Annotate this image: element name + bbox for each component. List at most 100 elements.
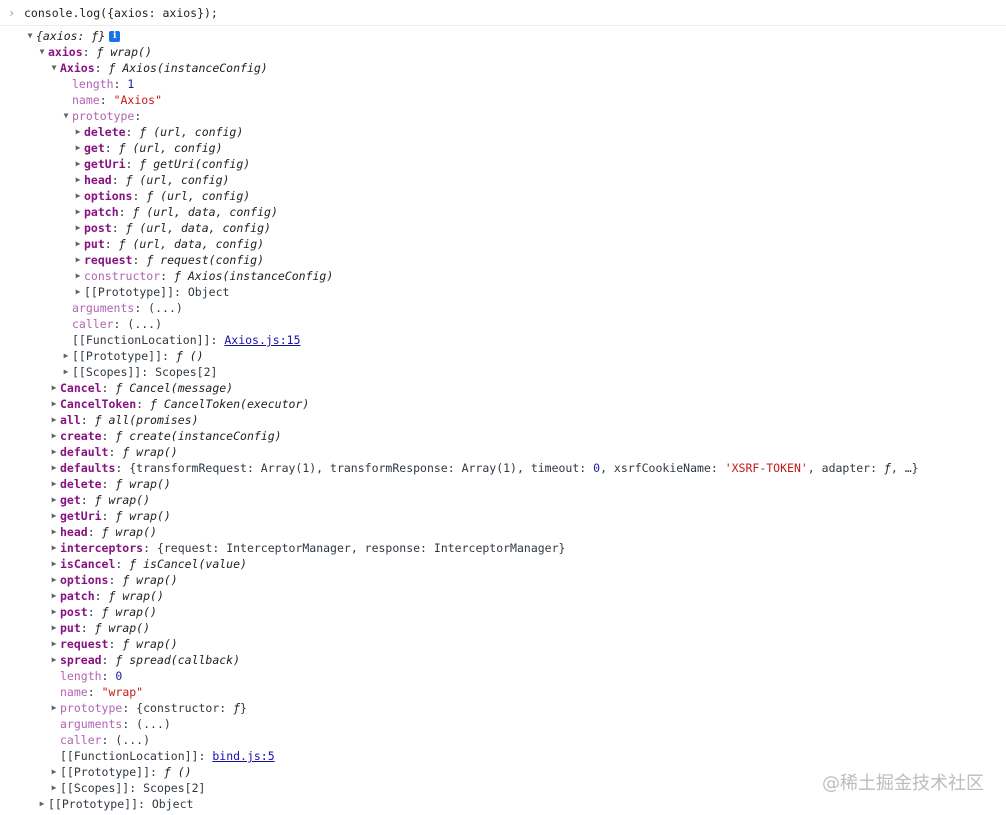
tree-row[interactable]: ▶ patch: ƒ (url, data, config): [0, 204, 1006, 220]
tree-row[interactable]: ▼ Axios: ƒ Axios(instanceConfig): [0, 60, 1006, 76]
tree-row[interactable]: ▶ post: ƒ wrap(): [0, 604, 1006, 620]
property-value: ƒ wrap(): [122, 637, 178, 651]
collapse-triangle-icon[interactable]: ▶: [48, 572, 60, 588]
tree-row[interactable]: ▶ prototype: {constructor: ƒ}: [0, 700, 1006, 716]
tree-row[interactable]: ▼ prototype:: [0, 108, 1006, 124]
tree-row: [[FunctionLocation]]: bind.js:5: [0, 748, 1006, 764]
collapse-triangle-icon[interactable]: ▶: [48, 540, 60, 556]
tree-row[interactable]: ▶ options: ƒ (url, config): [0, 188, 1006, 204]
tree-row[interactable]: ▶ patch: ƒ wrap(): [0, 588, 1006, 604]
property-value: "Axios": [113, 93, 163, 107]
collapse-triangle-icon[interactable]: ▶: [48, 652, 60, 668]
collapse-triangle-icon[interactable]: ▶: [60, 348, 72, 364]
tree-row[interactable]: ▶ all: ƒ all(promises): [0, 412, 1006, 428]
collapse-triangle-icon[interactable]: ▶: [72, 220, 84, 236]
tree-row[interactable]: ▶ put: ƒ wrap(): [0, 620, 1006, 636]
collapse-triangle-icon[interactable]: ▶: [48, 428, 60, 444]
source-link[interactable]: Axios.js:15: [224, 333, 300, 347]
property-key: [[Prototype]]: [60, 765, 151, 779]
tree-row[interactable]: ▶ post: ƒ (url, data, config): [0, 220, 1006, 236]
console-input-row[interactable]: › console.log({axios: axios});: [0, 0, 1006, 26]
collapse-triangle-icon[interactable]: ▶: [72, 252, 84, 268]
expand-triangle-icon[interactable]: ▼: [24, 28, 36, 44]
collapse-triangle-icon[interactable]: ▶: [48, 476, 60, 492]
collapse-triangle-icon[interactable]: ▶: [48, 412, 60, 428]
collapse-triangle-icon[interactable]: ▶: [48, 380, 60, 396]
property-value: :: [118, 205, 133, 219]
tree-row[interactable]: ▶ default: ƒ wrap(): [0, 444, 1006, 460]
property-value: :: [82, 45, 97, 59]
tree-row[interactable]: ▶ Cancel: ƒ Cancel(message): [0, 380, 1006, 396]
property-key: Axios: [60, 61, 95, 75]
expand-triangle-icon[interactable]: ▼: [36, 44, 48, 60]
collapse-triangle-icon[interactable]: ▶: [48, 524, 60, 540]
collapse-triangle-icon[interactable]: ▶: [48, 396, 60, 412]
tree-row[interactable]: ▶ head: ƒ wrap(): [0, 524, 1006, 540]
tree-row[interactable]: ▶ [[Prototype]]: ƒ (): [0, 348, 1006, 364]
collapse-triangle-icon[interactable]: ▶: [48, 556, 60, 572]
property-value: :: [87, 605, 102, 619]
collapse-triangle-icon[interactable]: ▶: [48, 604, 60, 620]
collapse-triangle-icon[interactable]: ▶: [48, 764, 60, 780]
tree-row: length: 1: [0, 76, 1006, 92]
tree-row[interactable]: ▶ get: ƒ (url, config): [0, 140, 1006, 156]
collapse-triangle-icon[interactable]: ▶: [72, 156, 84, 172]
tree-row[interactable]: ▶ spread: ƒ spread(callback): [0, 652, 1006, 668]
tree-row[interactable]: ▶ head: ƒ (url, config): [0, 172, 1006, 188]
info-icon[interactable]: i: [109, 31, 121, 42]
tree-row[interactable]: ▶ [[Prototype]]: Object: [0, 284, 1006, 300]
property-value: :: [80, 493, 95, 507]
tree-row[interactable]: ▶ getUri: ƒ getUri(config): [0, 156, 1006, 172]
tree-row[interactable]: ▶ CancelToken: ƒ CancelToken(executor): [0, 396, 1006, 412]
property-key: Cancel: [60, 381, 102, 395]
collapse-triangle-icon[interactable]: ▶: [72, 172, 84, 188]
collapse-triangle-icon[interactable]: ▶: [72, 140, 84, 156]
tree-row[interactable]: ▶ request: ƒ request(config): [0, 252, 1006, 268]
collapse-triangle-icon[interactable]: ▶: [48, 588, 60, 604]
property-key: length: [60, 669, 102, 683]
collapse-triangle-icon[interactable]: ▶: [36, 796, 48, 812]
tree-row[interactable]: ▶ interceptors: {request: InterceptorMana…: [0, 540, 1006, 556]
tree-row[interactable]: ▶ [[Prototype]]: Object: [0, 796, 1006, 812]
property-key: prototype: [72, 109, 135, 123]
collapse-triangle-icon[interactable]: ▶: [48, 508, 60, 524]
tree-row[interactable]: ▶ put: ƒ (url, data, config): [0, 236, 1006, 252]
tree-row[interactable]: ▶ getUri: ƒ wrap(): [0, 508, 1006, 524]
property-key: [[Prototype]]: [84, 285, 175, 299]
tree-row[interactable]: ▼ axios: ƒ wrap(): [0, 44, 1006, 60]
property-key: isCancel: [60, 557, 116, 571]
collapse-triangle-icon[interactable]: ▶: [72, 188, 84, 204]
tree-row[interactable]: ▶ create: ƒ create(instanceConfig): [0, 428, 1006, 444]
property-value: ƒ request(config): [146, 253, 265, 267]
tree-row[interactable]: ▼ {axios: ƒ} i: [0, 28, 1006, 44]
tree-row[interactable]: ▶ isCancel: ƒ isCancel(value): [0, 556, 1006, 572]
tree-row[interactable]: ▶ delete: ƒ wrap(): [0, 476, 1006, 492]
tree-row[interactable]: ▶ defaults: {transformRequest: Array(1), …: [0, 460, 1006, 476]
collapse-triangle-icon[interactable]: ▶: [72, 268, 84, 284]
expand-triangle-icon[interactable]: ▼: [48, 60, 60, 76]
collapse-triangle-icon[interactable]: ▶: [48, 700, 60, 716]
tree-row[interactable]: ▶ constructor: ƒ Axios(instanceConfig): [0, 268, 1006, 284]
collapse-triangle-icon[interactable]: ▶: [72, 236, 84, 252]
collapse-triangle-icon[interactable]: ▶: [48, 492, 60, 508]
source-link[interactable]: bind.js:5: [212, 749, 274, 763]
collapse-triangle-icon[interactable]: ▶: [72, 284, 84, 300]
tree-row[interactable]: ▶ delete: ƒ (url, config): [0, 124, 1006, 140]
tree-row[interactable]: ▶ get: ƒ wrap(): [0, 492, 1006, 508]
property-value: ƒ spread(callback): [115, 653, 241, 667]
tree-row[interactable]: ▶ options: ƒ wrap(): [0, 572, 1006, 588]
tree-row[interactable]: ▶ [[Scopes]]: Scopes[2]: [0, 364, 1006, 380]
collapse-triangle-icon[interactable]: ▶: [48, 620, 60, 636]
property-value: Object: [187, 285, 230, 299]
collapse-triangle-icon[interactable]: ▶: [48, 460, 60, 476]
tree-row[interactable]: ▶ request: ƒ wrap(): [0, 636, 1006, 652]
expand-triangle-icon[interactable]: ▼: [60, 108, 72, 124]
collapse-triangle-icon[interactable]: ▶: [48, 636, 60, 652]
collapse-triangle-icon[interactable]: ▶: [72, 204, 84, 220]
collapse-triangle-icon[interactable]: ▶: [72, 124, 84, 140]
property-key: constructor: [84, 269, 161, 283]
property-value: :: [80, 413, 95, 427]
collapse-triangle-icon[interactable]: ▶: [48, 780, 60, 796]
collapse-triangle-icon[interactable]: ▶: [60, 364, 72, 380]
collapse-triangle-icon[interactable]: ▶: [48, 444, 60, 460]
